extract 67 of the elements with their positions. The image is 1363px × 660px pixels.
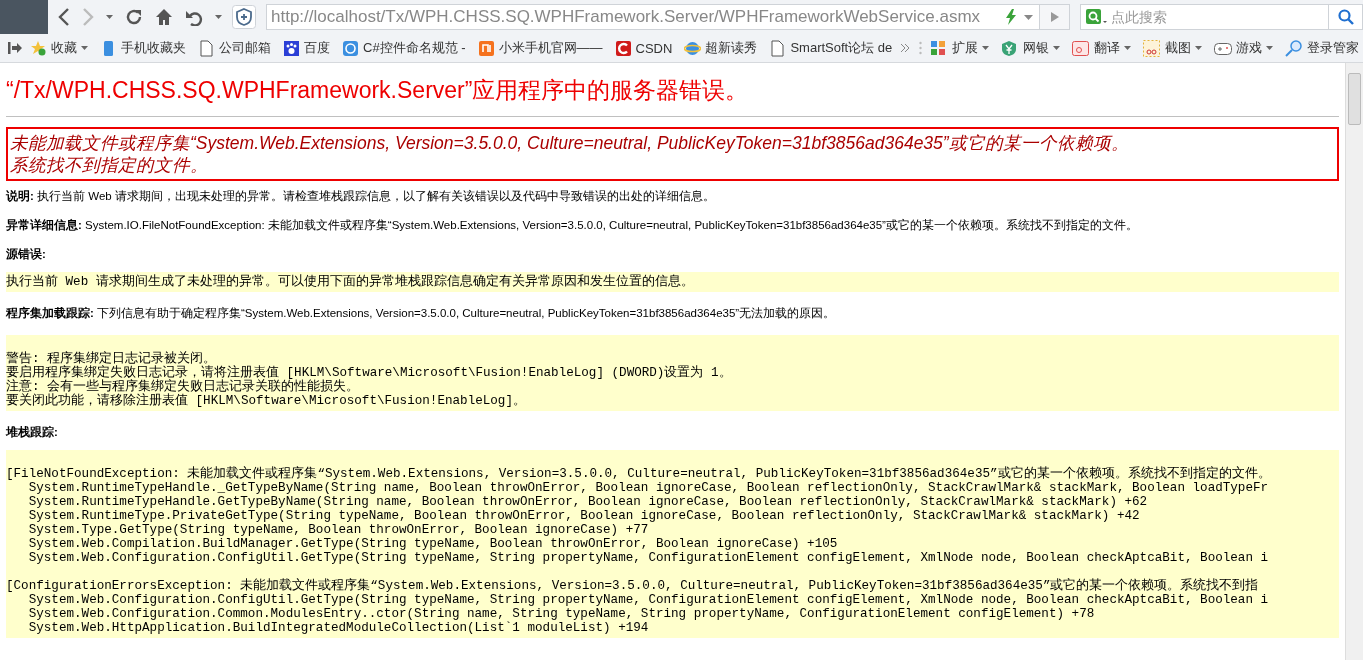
description-text: 异常详细信息: System.IO.FileNotFoundException: 未能加载文件或程序集“System.Web.Extensions, Version=3.5.0.0, Culture=neutral, PublicKeyToken=31bf3856ad364e35”或它的某一个依赖项。系统找不到指定的文件。 [6,218,1139,233]
bookmark-item[interactable]: CSDN [610,37,677,59]
code-line: 执行当前 Web 请求期间生成了未处理的异常。可以使用下面的异常堆栈跟踪信息确定有关异常原因和发生位置的信息。 [6,275,694,289]
toolbar-button[interactable]: 截图 [1139,37,1206,59]
caret-icon[interactable] [1024,14,1033,20]
bookmark-item[interactable]: 超新读秀 [680,37,762,59]
bookmark-item[interactable]: 公司邮箱 [194,37,275,59]
sidebar-toggle-icon[interactable] [8,42,22,54]
scissors-icon [1143,39,1161,57]
home-icon[interactable] [155,8,173,26]
code-line: System.RuntimeTypeHandle._GetTypeByName(String name, Boolean throwOnError, Boolean ignoreCase, Boolean reflectionOnly, StackCrawlMark& stackMark, Boolean loadTypeFr [27,481,1269,495]
bookmark-item[interactable]: C#控件命名规范 - [338,37,470,59]
bookmark-item[interactable]: 百度 [279,37,334,59]
go-button[interactable] [1040,4,1070,30]
paw-icon [283,39,300,57]
shield-icon [1001,39,1019,57]
circle-icon [342,39,359,57]
code-line: [FileNotFoundException: 未能加载文件或程序集“System.Web.Extensions, Version=3.5.0.0, Culture=neutral, PublicKeyToken=31bf3856ad364e35”或它的某一个依赖项。系统找不到指定的文件。 [6,467,1271,481]
bookmark-item[interactable]: 小米手机官网—— [473,37,607,59]
toolbar-button[interactable]: 网银 [997,37,1064,59]
code-line: 警告: 程序集绑定日志记录被关闭。 [6,352,217,366]
code-line: 注意: 会有一些与程序集绑定失败日志记录关联的性能损失。 [6,380,360,394]
shield-icon[interactable] [232,5,256,29]
page-title: “/Tx/WPH.CHSS.SQ.WPHFramework.Server”应用程序中的服务器错误。 [6,76,750,105]
grid-icon [930,39,948,57]
page-icon [198,39,215,57]
search-button[interactable] [1329,4,1363,30]
globe-icon [684,39,702,57]
description-text: 程序集加载跟踪: 下列信息有助于确定程序集“System.Web.Extensions, Version=3.5.0.0, Culture=neutral, PublicKeyToken=31bf3856ad364e35”无法加载的原因。 [6,306,837,321]
back-icon[interactable] [58,7,70,27]
undo-icon[interactable] [185,8,203,26]
star-icon [30,39,47,57]
code-line: System.Web.HttpApplication.BuildIntegratedModuleCollection(List`1 moduleList) +194 [27,621,649,635]
caret-icon[interactable] [106,15,113,19]
code-line: System.Web.Compilation.BuildManager.GetType(String typeName, Boolean throwOnError, Boolean ignoreCase) +105 [27,537,838,551]
description-text: 说明: 执行当前 Web 请求期间，出现未处理的异常。请检查堆栈跟踪信息，以了解有关该错误以及代码中导致错误的出处的详细信息。 [6,189,716,204]
code-line: 要关闭此功能，请移除注册表值 [HKLM\Software\Microsoft\Fusion!EnableLog]。 [6,394,526,408]
search-icon [1337,9,1354,25]
bookmark-item[interactable]: SmartSoft论坛 de [765,37,897,59]
caret-icon[interactable] [215,15,222,19]
toolbar-button[interactable]: 翻译 [1068,37,1135,59]
section-heading: 源错误: [6,247,47,262]
code-line: System.Web.Configuration.Common.ModulesEntry..ctor(String name, String typeName, String propertyName, ConfigurationElement configElement) +78 [27,607,1095,621]
code-line: System.Web.Configuration.ConfigUtil.GetType(String typeName, String propertyName, ConfigurationElement configElement, XmlNode node, Boolean checkAptcaBit, Boolean i [27,593,1269,607]
code-line: 要启用程序集绑定失败日志记录，请将注册表值 [HKLM\Software\Microsoft\Fusion!EnableLog] (DWORD)设置为 1。 [6,366,732,380]
reload-icon[interactable] [125,8,143,26]
lightning-icon[interactable] [1006,9,1016,25]
chevron-icon[interactable] [900,43,911,53]
toolbar-button[interactable]: 扩展 [926,37,993,59]
scrollbar-thumb[interactable] [1348,73,1361,125]
grip-icon [919,41,922,55]
c-letter-icon [614,39,632,57]
code-line: System.Web.Configuration.ConfigUtil.GetType(String typeName, String propertyName, ConfigurationElement configElement, XmlNode node, Boolean checkAptcaBit, Boolean i [27,551,1269,565]
toolbar-button[interactable]: 游戏 [1210,37,1277,59]
code-line: System.Type.GetType(String typeName, Boolean throwOnError, Boolean ignoreCase) +77 [27,523,649,537]
bookmark-item[interactable]: 收藏 [26,37,92,59]
toolbar-button[interactable]: 登录管家 [1281,37,1363,59]
bookmark-item[interactable]: 手机收藏夹 [96,37,190,59]
section-heading: 堆栈跟踪: [6,425,59,440]
square-icon [477,39,495,57]
address-field[interactable]: http://localhost/Tx/WPH.CHSS.SQ.WPHFramework.Server/WPHFrameworkWebService.asmx [266,4,1040,30]
page-icon [769,39,787,57]
code-line: System.RuntimeTypeHandle.GetTypeByName(String name, Boolean throwOnError, Boolean ignoreCase, Boolean reflectionOnly, StackCrawlMark& stackMark) +62 [27,495,1148,509]
code-line: System.RuntimeType.PrivateGetType(String typeName, Boolean throwOnError, Boolean ignoreCase, Boolean reflectionOnly, StackCrawlMark& stackMark) +42 [27,509,1140,523]
play-icon [1050,12,1059,22]
code-line: [ConfigurationErrorsException: 未能加载文件或程序集“System.Web.Extensions, Version=3.5.0.0, Culture=neutral, PublicKeyToken=31bf3856ad364e35”或它的某一个依赖项。系统找不到指 [6,579,1259,593]
error-message: 未能加载文件或程序集“System.Web.Extensions, Version=3.5.0.0, Culture=neutral, PublicKeyToken=31bf3856ad364e35”或它的某一个依赖项。 系统找不到指定的文件。 [6,127,1339,181]
